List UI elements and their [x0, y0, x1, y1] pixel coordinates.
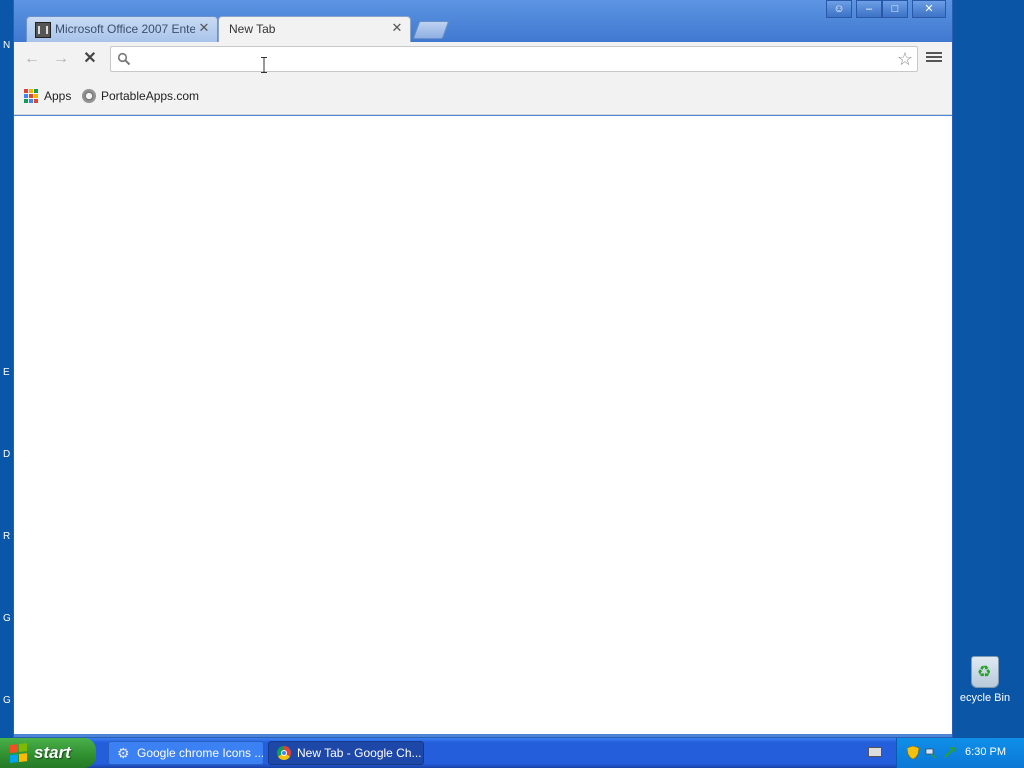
forward-button[interactable]: →: [51, 50, 71, 68]
recycle-bin-shortcut[interactable]: ecycle Bin: [950, 656, 1020, 704]
network-icon[interactable]: [925, 746, 937, 759]
desktop-icon-label-fragment: E: [3, 367, 10, 378]
omnibox[interactable]: ☆: [110, 46, 918, 72]
recycle-bin-label: ecycle Bin: [959, 692, 1011, 704]
page-content: [14, 116, 952, 734]
tab-office[interactable]: Microsoft Office 2007 Enterp ✕: [26, 16, 218, 42]
bookmark-label: Apps: [44, 89, 72, 103]
bookmarks-bar: Apps PortableApps.com: [14, 76, 952, 115]
user-profile-button[interactable]: ☺: [826, 0, 852, 18]
taskbar-item-label: New Tab - Google Ch...: [297, 746, 422, 760]
recycle-bin-icon: [971, 656, 999, 688]
desktop-icon-label-fragment: R: [3, 531, 11, 542]
tab-title: New Tab: [229, 22, 276, 36]
tab-strip: Microsoft Office 2007 Enterp ✕ New Tab ✕…: [14, 0, 952, 42]
taskbar-item-chrome-icons[interactable]: ⚙ Google chrome Icons ...: [108, 741, 264, 765]
minimize-button[interactable]: –: [856, 0, 882, 18]
desktop-icon-label-fragment: G: [3, 695, 11, 706]
system-tray: 6:30 PM: [896, 738, 1024, 768]
gear-icon: ⚙: [117, 745, 130, 761]
search-icon: [117, 52, 131, 66]
portableapps-icon: [82, 89, 96, 103]
close-window-button[interactable]: ✕: [912, 0, 946, 18]
bookmark-apps[interactable]: Apps: [24, 88, 71, 104]
taskbar-item-new-tab[interactable]: New Tab - Google Ch...: [268, 741, 424, 765]
close-tab-icon[interactable]: ✕: [197, 21, 211, 35]
taskbar: start ⚙ Google chrome Icons ... New Tab …: [0, 738, 1024, 768]
chrome-icon: [277, 746, 291, 760]
browser-window: Microsoft Office 2007 Enterp ✕ New Tab ✕…: [13, 0, 953, 738]
desktop-icon-label-fragment: G: [3, 613, 11, 624]
bookmark-star-icon[interactable]: ☆: [897, 50, 913, 68]
bookmark-portableapps[interactable]: PortableApps.com: [82, 88, 199, 104]
text-cursor-icon: [261, 57, 267, 73]
keyboard-icon[interactable]: [868, 747, 882, 757]
security-shield-icon[interactable]: [907, 746, 919, 759]
apps-grid-icon: [24, 89, 38, 103]
windows-logo-icon: [10, 743, 28, 763]
chrome-menu-button[interactable]: [926, 50, 942, 66]
start-button[interactable]: start: [0, 738, 96, 768]
desktop-icon-label-fragment: N: [3, 40, 11, 51]
maximize-button[interactable]: □: [882, 0, 908, 18]
address-input[interactable]: [135, 50, 889, 70]
stop-loading-button[interactable]: ✕: [80, 50, 100, 68]
new-tab-button[interactable]: [412, 21, 450, 39]
back-button[interactable]: ←: [22, 50, 42, 68]
start-label: start: [34, 743, 71, 762]
browser-toolbar: ← → ✕ ☆: [14, 42, 952, 76]
close-tab-icon[interactable]: ✕: [390, 21, 404, 35]
taskbar-item-label: Google chrome Icons ...: [137, 746, 264, 760]
museum-favicon-icon: [35, 22, 51, 38]
desktop-icon-label-fragment: D: [3, 449, 11, 460]
safely-remove-hardware-icon[interactable]: [943, 746, 955, 759]
tab-title: Microsoft Office 2007 Enterp: [55, 22, 195, 36]
clock: 6:30 PM: [965, 746, 1006, 758]
tab-new-tab[interactable]: New Tab ✕: [218, 16, 411, 42]
bookmark-label: PortableApps.com: [101, 89, 200, 103]
